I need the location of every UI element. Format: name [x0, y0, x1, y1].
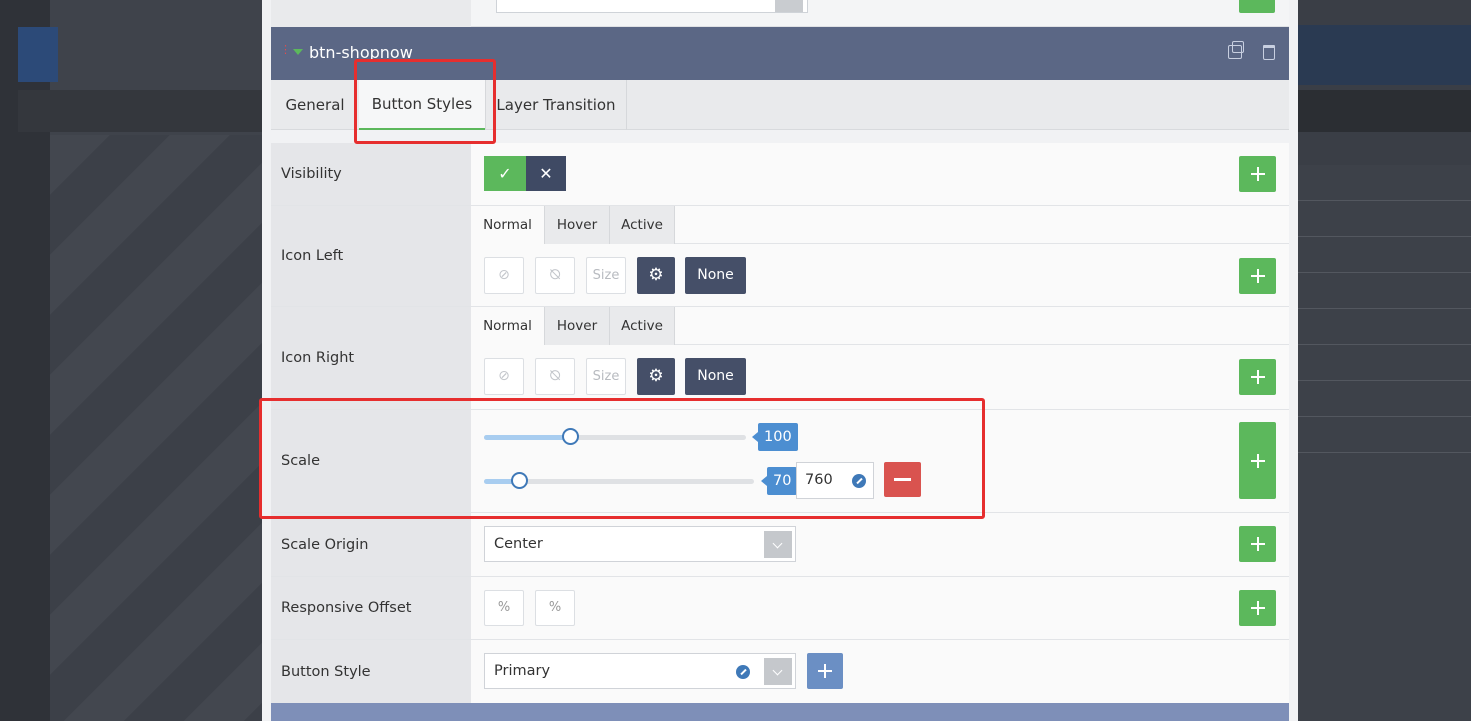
scale-origin-value: Center [494, 536, 543, 552]
visibility-add-button[interactable] [1239, 156, 1276, 192]
layer-name: btn-shopnow [309, 43, 413, 62]
no-color-icon[interactable]: ⦰ [535, 358, 575, 395]
scale-slider-1-fill [484, 435, 571, 440]
scale-breakpoint-input[interactable]: 760 [796, 462, 874, 499]
x-icon[interactable]: ✕ [526, 156, 566, 191]
icon-right-state-active[interactable]: Active [610, 307, 675, 345]
backdrop-pattern [50, 135, 262, 721]
scale-slider-1[interactable] [484, 428, 746, 445]
edit-pencil-icon[interactable] [852, 474, 866, 488]
collapse-triangle-icon[interactable] [293, 49, 303, 55]
row-icon-right: Icon Right Normal Hover Active ⊘ ⦰ Size … [271, 307, 1289, 410]
icon-left-state-active[interactable]: Active [610, 206, 675, 244]
previous-row-select[interactable] [496, 0, 808, 13]
scale-slider-2[interactable] [484, 472, 754, 489]
responsive-offset-add-button[interactable] [1239, 590, 1276, 626]
gear-icon[interactable]: ⚙ [637, 358, 675, 395]
icon-left-state-normal[interactable]: Normal [471, 206, 545, 244]
backdrop-toolbar [18, 90, 262, 132]
icon-left-state-hover[interactable]: Hover [545, 206, 610, 244]
row-responsive-offset: Responsive Offset % % [271, 577, 1289, 640]
duplicate-icon[interactable] [1228, 41, 1244, 59]
icon-right-size-input[interactable]: Size [586, 358, 626, 395]
backdrop-list [1298, 165, 1471, 721]
previous-row-add-button[interactable] [1239, 0, 1275, 13]
settings-tabs: General Button Styles Layer Transition [271, 80, 1289, 130]
backdrop-logo [18, 27, 58, 82]
tab-button-styles[interactable]: Button Styles [359, 80, 485, 130]
previous-row-stub [271, 0, 1289, 27]
backdrop-toolbar-right [1298, 90, 1471, 132]
icon-left-size-input[interactable]: Size [586, 257, 626, 294]
backdrop-header [1298, 25, 1471, 85]
drag-handle-icon[interactable]: ⋮ [280, 44, 291, 61]
icon-right-state-normal[interactable]: Normal [471, 307, 545, 345]
scale-slider-2-handle[interactable] [511, 472, 529, 489]
chevron-down-icon[interactable] [764, 531, 792, 558]
button-style-value: Primary [494, 663, 551, 679]
layer-header[interactable]: ⋮ btn-shopnow [271, 27, 1289, 80]
row-icon-left: Icon Left Normal Hover Active ⊘ ⦰ Size ⚙… [271, 206, 1289, 307]
scale-slider-1-value: 100 [752, 423, 798, 451]
scale-add-button[interactable] [1239, 422, 1276, 499]
edit-pencil-icon[interactable] [736, 665, 750, 679]
no-color-icon[interactable]: ⦰ [535, 257, 575, 294]
scale-origin-add-button[interactable] [1239, 526, 1276, 562]
scale-breakpoint-value: 760 [805, 472, 833, 488]
icon-right-none-button[interactable]: None [685, 358, 746, 395]
scale-slider-2-value: 70 [760, 467, 798, 495]
chevron-down-icon[interactable] [764, 658, 792, 685]
gear-icon[interactable]: ⚙ [637, 257, 675, 294]
visibility-label: Visibility [271, 143, 471, 205]
tab-layer-transition[interactable]: Layer Transition [485, 80, 627, 130]
icon-right-state-hover[interactable]: Hover [545, 307, 610, 345]
icon-left-label: Icon Left [271, 206, 471, 306]
row-scale-origin: Scale Origin Center [271, 513, 1289, 577]
button-style-label: Button Style [271, 640, 471, 703]
add-button-style-button[interactable] [807, 653, 843, 689]
backdrop-right [1298, 0, 1471, 721]
icon-right-label: Icon Right [271, 307, 471, 409]
scale-origin-label: Scale Origin [271, 513, 471, 576]
layer-settings-panel: ⋮ btn-shopnow General Button Styles Laye… [262, 0, 1298, 721]
no-icon-icon[interactable]: ⊘ [484, 358, 524, 395]
button-style-select[interactable]: Primary [484, 653, 796, 689]
icon-left-add-button[interactable] [1239, 258, 1276, 294]
scale-remove-button[interactable] [884, 462, 921, 497]
row-visibility: Visibility ✓ ✕ [271, 143, 1289, 206]
check-icon[interactable]: ✓ [484, 156, 526, 191]
row-button-style: Button Style Primary [271, 640, 1289, 703]
scale-label: Scale [271, 410, 471, 512]
previous-row-label [271, 0, 471, 27]
offset-y-input[interactable]: % [535, 590, 575, 626]
scale-origin-select[interactable]: Center [484, 526, 796, 562]
no-icon-icon[interactable]: ⊘ [484, 257, 524, 294]
tab-general[interactable]: General [271, 80, 359, 130]
icon-right-add-button[interactable] [1239, 359, 1276, 395]
backdrop-left [0, 0, 262, 721]
responsive-offset-label: Responsive Offset [271, 577, 471, 639]
panel-footer [271, 703, 1289, 721]
icon-left-none-button[interactable]: None [685, 257, 746, 294]
trash-icon[interactable] [1263, 45, 1275, 60]
offset-x-input[interactable]: % [484, 590, 524, 626]
